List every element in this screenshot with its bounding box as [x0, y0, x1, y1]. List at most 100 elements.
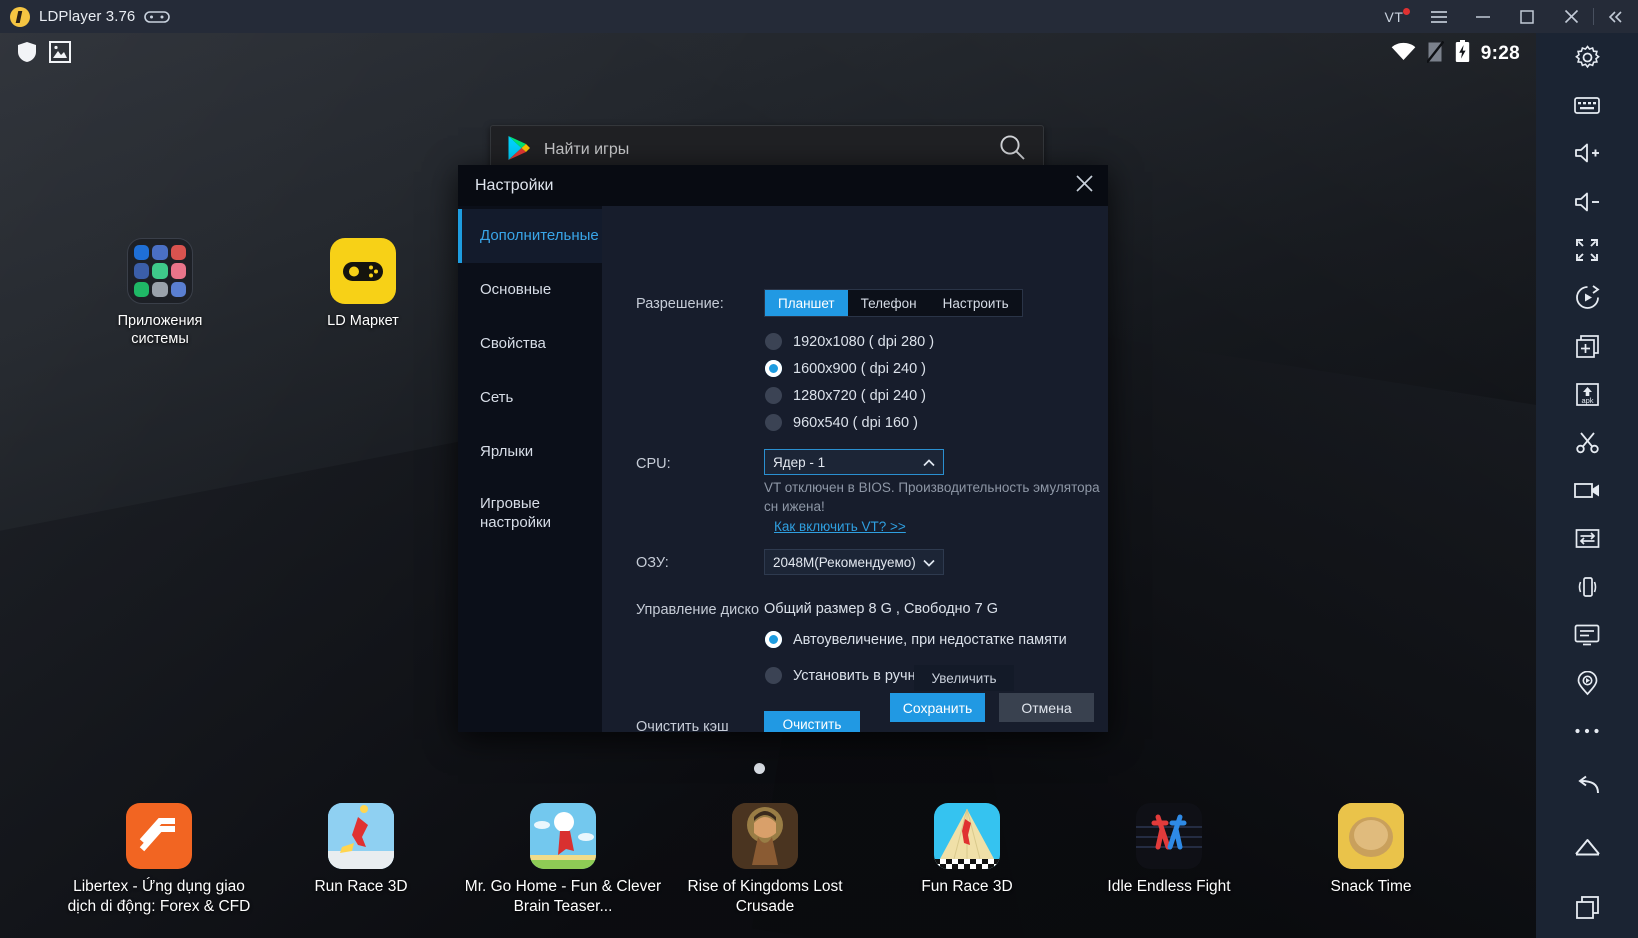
cancel-button[interactable]: Отмена — [999, 693, 1094, 722]
shake-icon[interactable] — [1536, 563, 1638, 611]
nav-label: Ярлыки — [480, 443, 533, 462]
run-race-3d-icon — [328, 803, 394, 869]
ld-market-icon — [330, 238, 396, 304]
close-icon[interactable] — [1075, 174, 1094, 197]
app-item-rise-of-kingdoms[interactable]: Rise of Kingdoms Lost Crusade — [665, 803, 865, 917]
volume-up-icon[interactable] — [1536, 129, 1638, 177]
nav-label: Игровые настройки — [480, 495, 566, 533]
vt-help-link[interactable]: Как включить VT? >> — [774, 518, 906, 536]
maximize-icon[interactable] — [1505, 0, 1549, 33]
close-icon[interactable] — [1549, 0, 1593, 33]
home-icon[interactable] — [1536, 816, 1638, 877]
rise-of-kingdoms-icon — [732, 803, 798, 869]
app-item-snack-time[interactable]: Snack Time — [1271, 803, 1471, 897]
settings-dialog-title: Настройки — [475, 177, 553, 195]
save-button[interactable]: Сохранить — [890, 693, 985, 722]
vt-indicator[interactable]: VT — [1371, 0, 1417, 33]
mr-go-home-icon — [530, 803, 596, 869]
app-item-run-race-3d[interactable]: Run Race 3D — [261, 803, 461, 897]
settings-nav-item-general[interactable]: Основные — [458, 263, 602, 317]
radio-icon[interactable] — [765, 667, 782, 684]
ram-select[interactable]: 2048M(Рекомендуемо) — [764, 549, 944, 575]
display-icon[interactable] — [1536, 611, 1638, 659]
ldplayer-logo-icon — [10, 7, 30, 27]
resolution-tab-phone[interactable]: Телефон — [848, 290, 930, 316]
volume-down-icon[interactable] — [1536, 177, 1638, 225]
file-transfer-icon[interactable] — [1536, 515, 1638, 563]
option-label: 960x540 ( dpi 160 ) — [793, 415, 918, 431]
radio-icon[interactable] — [765, 387, 782, 404]
radio-icon[interactable] — [765, 414, 782, 431]
tab-label: Планшет — [778, 296, 835, 311]
resolution-label-wrap: Разрешение: — [636, 296, 724, 312]
app-label: Libertex - Ứng dụng giao dịch di động: F… — [59, 877, 259, 917]
macro-record-icon[interactable] — [1536, 274, 1638, 322]
more-icon[interactable] — [1536, 707, 1638, 755]
disk-auto-option[interactable]: Автоувеличение, при недостатке памяти — [765, 631, 1067, 648]
idle-endless-fight-icon — [1136, 803, 1202, 869]
location-icon[interactable] — [1536, 659, 1638, 707]
app-label: Rise of Kingdoms Lost Crusade — [665, 877, 865, 917]
video-record-icon[interactable] — [1536, 466, 1638, 514]
resolution-tab-tablet[interactable]: Планшет — [765, 290, 848, 316]
app-item-libertex[interactable]: Libertex - Ứng dụng giao dịch di động: F… — [59, 803, 259, 917]
button-label: Сохранить — [903, 700, 973, 716]
multi-instance-icon[interactable] — [1536, 322, 1638, 370]
app-item-fun-race-3d[interactable]: Fun Race 3D — [867, 803, 1067, 897]
settings-dialog-footer: Сохранить Отмена — [458, 683, 1108, 732]
option-label: 1600x900 ( dpi 240 ) — [793, 361, 926, 377]
gear-icon[interactable] — [1536, 33, 1638, 81]
keyboard-icon[interactable] — [1536, 81, 1638, 129]
settings-nav-item-shortcuts[interactable]: Ярлыки — [458, 425, 602, 479]
disk-manual-option[interactable]: Установить в ручную — [765, 667, 934, 684]
chevron-up-icon — [922, 456, 935, 469]
status-clock: 9:28 — [1481, 43, 1520, 65]
back-icon[interactable] — [1536, 755, 1638, 816]
cpu-select[interactable]: Ядер - 1 — [764, 449, 944, 475]
google-play-icon — [507, 135, 531, 166]
nav-label: Основные — [480, 281, 551, 300]
window-controls: VT — [1371, 0, 1638, 33]
settings-nav-item-advanced[interactable]: Дополнительные — [458, 209, 602, 263]
settings-nav-item-network[interactable]: Сеть — [458, 371, 602, 425]
battery-charging-icon — [1455, 40, 1470, 68]
minimize-icon[interactable] — [1461, 0, 1505, 33]
settings-nav: Дополнительные Основные Свойства Сеть Яр… — [458, 206, 602, 732]
search-icon[interactable] — [999, 134, 1026, 166]
app-item-idle-endless-fight[interactable]: Idle Endless Fight — [1069, 803, 1269, 897]
app-item-mr-go-home[interactable]: Mr. Go Home - Fun & Clever Brain Teaser.… — [463, 803, 663, 917]
ldplayer-window: LDPlayer 3.76 VT — [0, 0, 1638, 938]
ram-label: ОЗУ: — [636, 555, 669, 571]
snack-time-icon — [1338, 803, 1404, 869]
resolution-options: 1920x1080 ( dpi 280 ) 1600x900 ( dpi 240… — [765, 333, 934, 441]
settings-nav-item-game-settings[interactable]: Игровые настройки — [458, 479, 602, 549]
option-label: 1920x1080 ( dpi 280 ) — [793, 334, 934, 350]
play-search-placeholder: Найти игры — [544, 141, 629, 159]
radio-icon[interactable] — [765, 333, 782, 350]
resolution-tab-custom[interactable]: Настроить — [930, 290, 1022, 316]
desktop-icon-ld-market[interactable]: LD Маркет — [303, 238, 423, 330]
android-screen: 9:28 Найти игры — [0, 33, 1536, 938]
app-label: Run Race 3D — [261, 877, 461, 897]
collapse-sidebar-icon[interactable] — [1594, 0, 1638, 33]
recent-apps-icon[interactable] — [1536, 877, 1638, 938]
window-title-bar: LDPlayer 3.76 VT — [0, 0, 1638, 33]
resolution-option-1920[interactable]: 1920x1080 ( dpi 280 ) — [765, 333, 934, 350]
radio-icon[interactable] — [765, 631, 782, 648]
resolution-option-1280[interactable]: 1280x720 ( dpi 240 ) — [765, 387, 934, 404]
settings-nav-item-properties[interactable]: Свойства — [458, 317, 602, 371]
install-apk-icon[interactable]: apk — [1536, 370, 1638, 418]
resolution-option-960[interactable]: 960x540 ( dpi 160 ) — [765, 414, 934, 431]
desktop-icon-system-apps[interactable]: Приложения системы — [100, 238, 220, 348]
desktop-icon-label: LD Маркет — [303, 312, 423, 330]
resolution-option-1600[interactable]: 1600x900 ( dpi 240 ) — [765, 360, 934, 377]
signal-off-icon — [1427, 41, 1444, 68]
app-label: Snack Time — [1271, 877, 1471, 897]
fullscreen-icon[interactable] — [1536, 226, 1638, 274]
app-row: Libertex - Ứng dụng giao dịch di động: F… — [0, 768, 1536, 938]
scissors-icon[interactable] — [1536, 418, 1638, 466]
radio-icon[interactable] — [765, 360, 782, 377]
hamburger-menu-icon[interactable] — [1417, 0, 1461, 33]
gallery-icon — [49, 41, 71, 68]
chevron-down-icon — [922, 556, 935, 569]
